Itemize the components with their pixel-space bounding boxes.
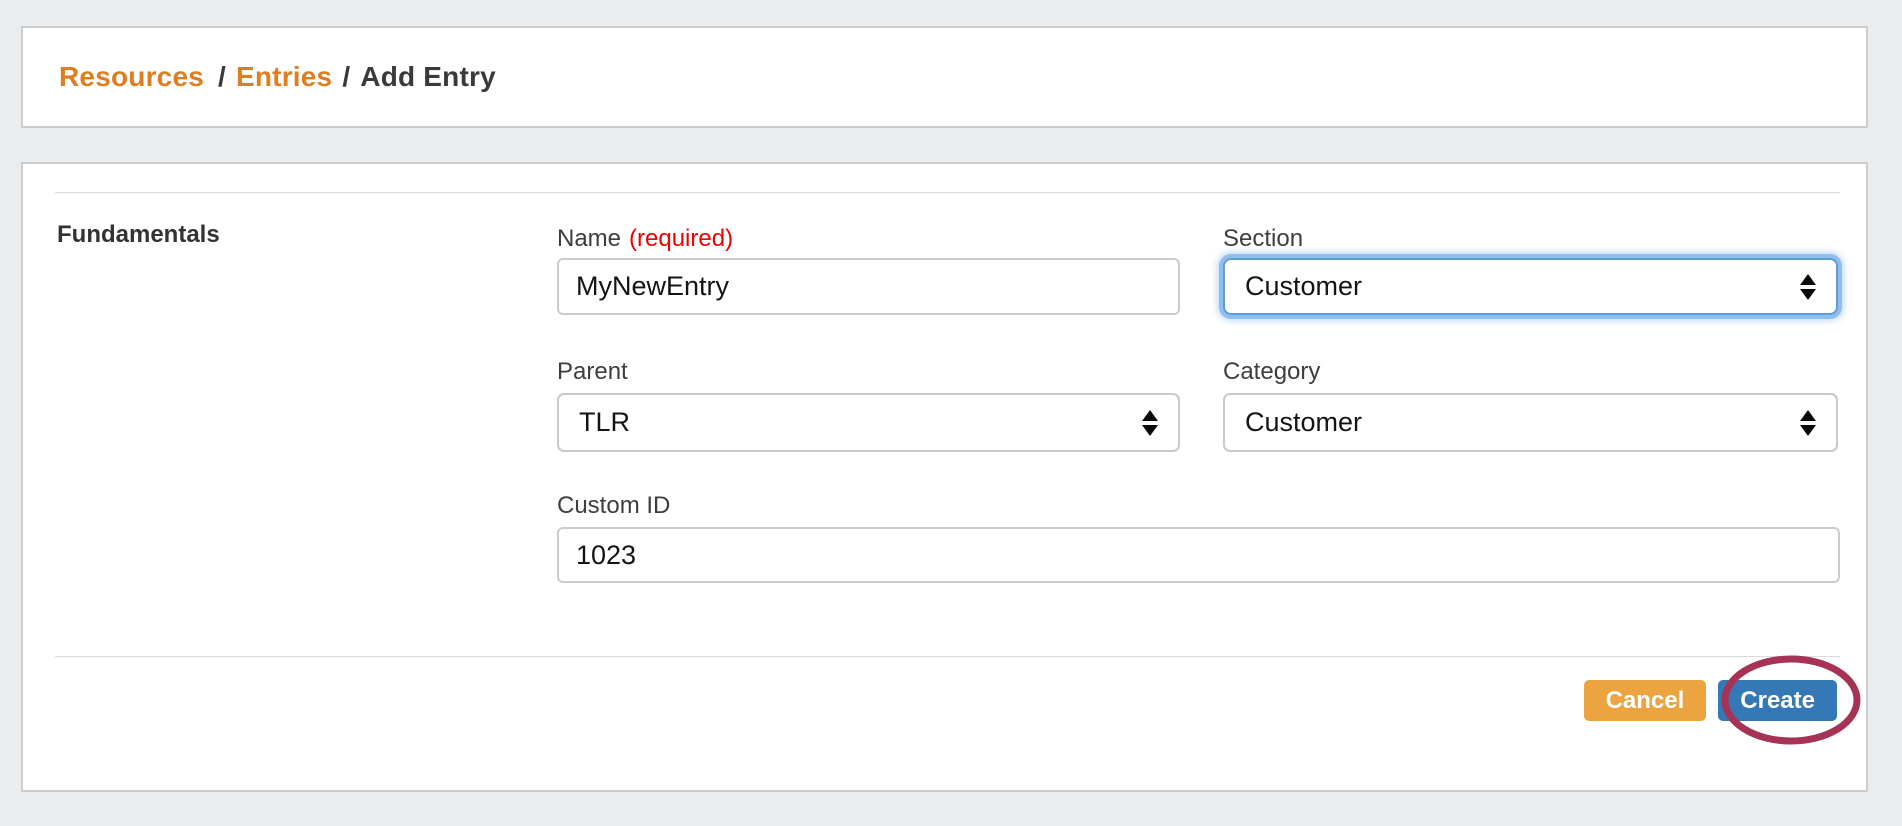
name-input[interactable]: [557, 258, 1180, 315]
section-label: Section: [1223, 225, 1838, 253]
name-required-note: (required): [629, 225, 733, 252]
section-select[interactable]: Customer: [1223, 258, 1838, 315]
breadcrumb-link-resources[interactable]: Resources: [59, 61, 204, 93]
footer-divider: [55, 656, 1840, 657]
name-label: Name(required): [557, 225, 1180, 253]
fundamentals-group-label: Fundamentals: [57, 221, 220, 249]
category-select[interactable]: Customer: [1223, 393, 1838, 452]
breadcrumb-separator: /: [218, 61, 226, 93]
footer-actions: Cancel Create: [1584, 680, 1837, 721]
section-select-value: Customer: [1245, 271, 1362, 302]
create-button[interactable]: Create: [1718, 680, 1837, 721]
breadcrumb-current-add-entry: Add Entry: [360, 61, 496, 93]
page: Resources / Entries / Add Entry Fundamen…: [0, 0, 1902, 826]
custom-id-label: Custom ID: [557, 492, 1840, 520]
custom-id-input[interactable]: [557, 527, 1840, 583]
parent-select-value: TLR: [579, 407, 630, 438]
category-select-value: Customer: [1245, 407, 1362, 438]
breadcrumb-panel: Resources / Entries / Add Entry: [21, 26, 1868, 128]
parent-select[interactable]: TLR: [557, 393, 1180, 452]
breadcrumb: Resources / Entries / Add Entry: [59, 28, 496, 126]
add-entry-form-panel: Fundamentals Name(required) Section Cust…: [21, 162, 1868, 792]
breadcrumb-link-entries[interactable]: Entries: [236, 61, 332, 93]
breadcrumb-separator: /: [342, 61, 350, 93]
top-divider: [55, 192, 1840, 193]
select-arrows-icon: [1800, 410, 1816, 436]
cancel-button[interactable]: Cancel: [1584, 680, 1707, 721]
select-arrows-icon: [1142, 410, 1158, 436]
parent-label: Parent: [557, 358, 1180, 386]
category-label: Category: [1223, 358, 1838, 386]
select-arrows-icon: [1800, 274, 1816, 300]
